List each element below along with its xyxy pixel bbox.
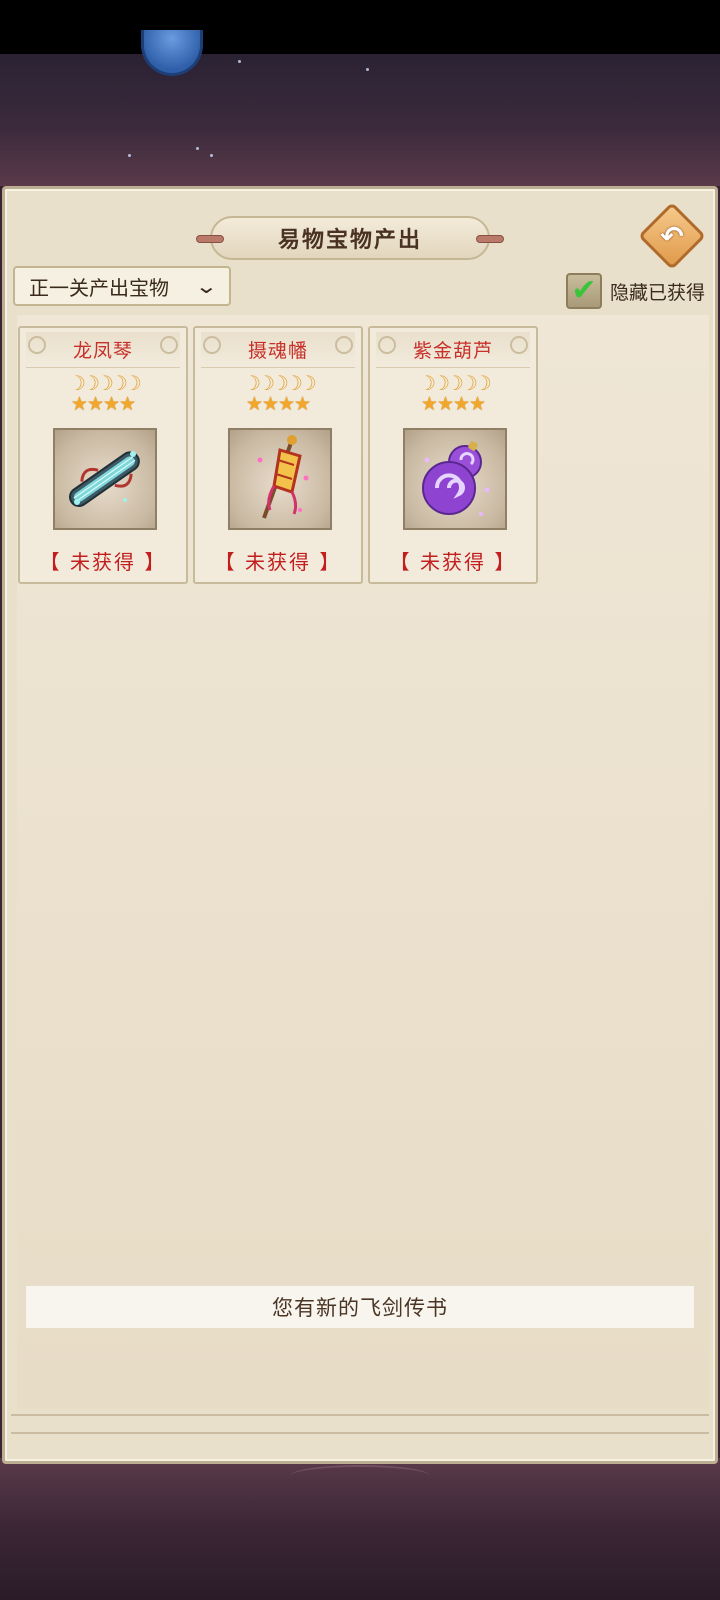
item-icon-frame[interactable] <box>403 428 507 530</box>
card-header: 龙凤琴 <box>26 332 180 368</box>
banner-knob-left <box>196 235 224 243</box>
card-header: 摄魂幡 <box>201 332 355 368</box>
moon-rating: ☽☽☽☽☽ <box>68 371 142 395</box>
moon-rating: ☽☽☽☽☽ <box>243 371 317 395</box>
notification-banner[interactable]: 您有新的飞剑传书 <box>26 1286 694 1328</box>
star-rating: ★★★★ <box>245 393 311 415</box>
star-rating: ★★★★ <box>70 393 136 415</box>
obtain-status: 【 未获得 】 <box>39 550 167 574</box>
bottom-ornament <box>290 1465 430 1487</box>
dropdown-selected-value: 正一关产出宝物 <box>29 275 169 300</box>
banner-knob-right <box>476 235 504 243</box>
moon-rating: ☽☽☽☽☽ <box>418 371 492 395</box>
star-rating: ★★★★ <box>420 393 486 415</box>
obtain-status: 【 未获得 】 <box>389 550 517 574</box>
item-name: 紫金葫芦 <box>412 340 493 362</box>
hide-obtained-toggle[interactable]: ✔ 隐藏已获得 <box>566 273 705 309</box>
status-bar <box>0 0 720 54</box>
card-header: 紫金葫芦 <box>376 332 530 368</box>
item-name: 摄魂幡 <box>247 340 308 362</box>
item-name: 龙凤琴 <box>72 340 133 362</box>
banner-icon <box>257 435 309 519</box>
item-icon-frame[interactable] <box>228 428 332 530</box>
treasure-card[interactable]: 紫金葫芦 ☽☽☽☽☽ ★★★★ 【 未获得 】 <box>368 326 538 584</box>
item-icon-frame[interactable] <box>53 428 157 530</box>
page-title: 易物宝物产出 <box>277 228 422 253</box>
chevron-down-icon: ⌄ <box>194 274 219 298</box>
gourd-icon <box>422 441 490 516</box>
obtain-status: 【 未获得 】 <box>214 550 342 574</box>
back-arrow-icon[interactable]: ↶ <box>648 212 696 260</box>
title-banner: 易物宝物产出 <box>196 216 504 260</box>
stage-filter-dropdown[interactable]: 正一关产出宝物 ⌄ <box>13 266 231 306</box>
checkmark-icon: ✔ <box>571 273 597 308</box>
hide-obtained-checkbox[interactable]: ✔ <box>566 273 602 309</box>
notification-text: 您有新的飞剑传书 <box>272 1296 448 1320</box>
hide-obtained-label: 隐藏已获得 <box>610 281 706 304</box>
guqin-icon <box>69 451 140 507</box>
panel-footer-border <box>11 1414 709 1434</box>
treasure-card[interactable]: 龙凤琴 ☽☽☽☽☽ ★★★★ 【 未获得 】 <box>18 326 188 584</box>
background-night-sky <box>0 54 720 186</box>
treasure-card[interactable]: 摄魂幡 ☽☽☽☽☽ ★★★★ 【 未获得 】 <box>193 326 363 584</box>
